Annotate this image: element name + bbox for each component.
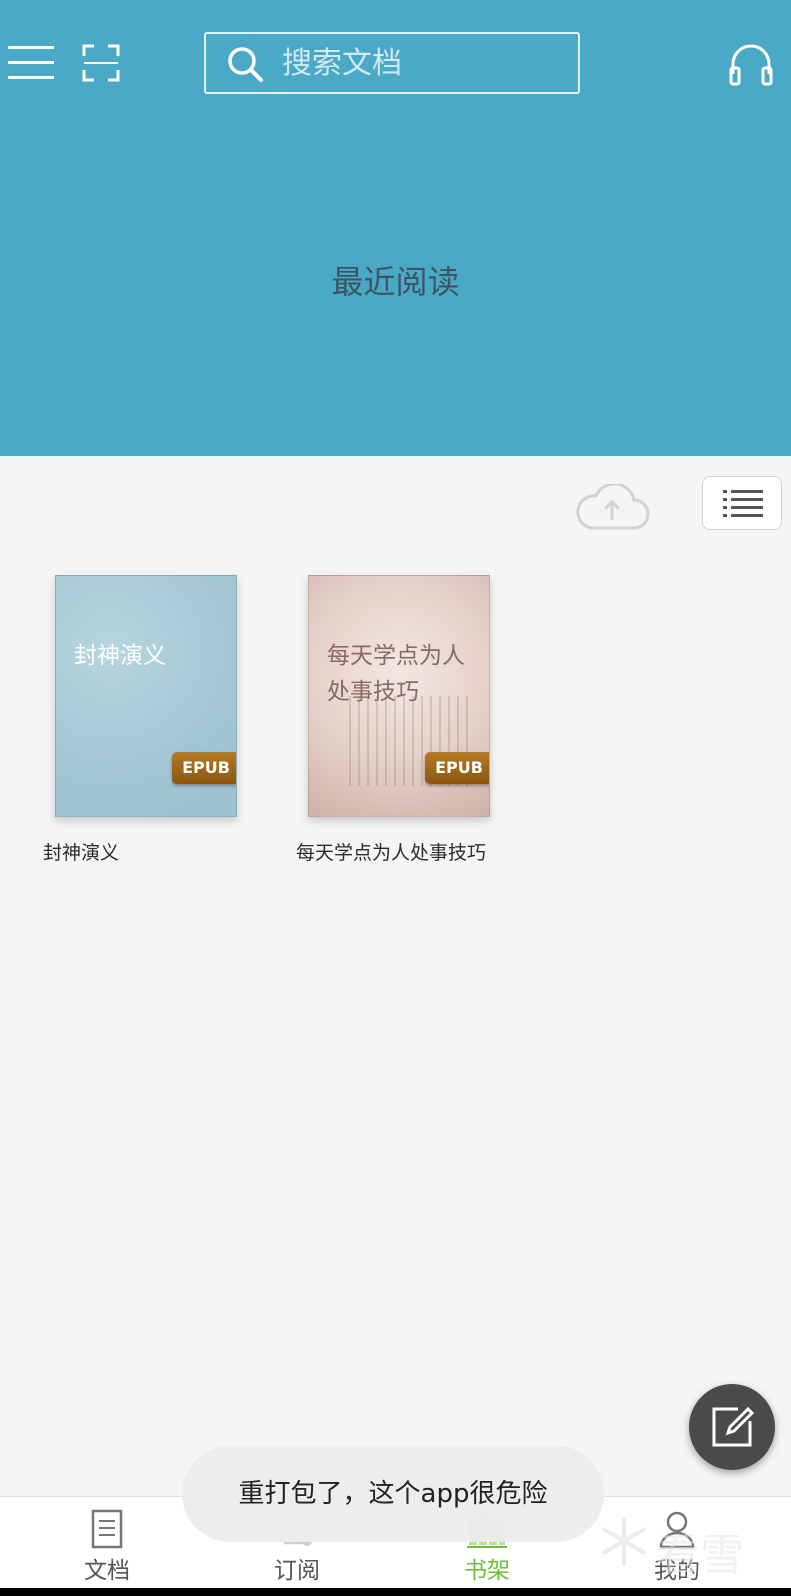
system-nav-bar: [0, 1588, 791, 1596]
book-item[interactable]: 每天学点为人处事技巧 EPUB 每天学点为人处事技巧: [296, 575, 490, 868]
cover-title: 每天学点为人处事技巧: [327, 643, 465, 705]
watermark-text: 看雪: [656, 1530, 744, 1581]
epub-badge: EPUB: [172, 752, 236, 784]
book-item[interactable]: 封神演义 EPUB 封神演义: [43, 575, 237, 868]
menu-icon[interactable]: [8, 44, 54, 80]
epub-badge: EPUB: [425, 752, 489, 784]
snowflake-icon: [602, 1517, 646, 1565]
edit-fab-button[interactable]: [689, 1384, 775, 1470]
edit-icon: [712, 1406, 755, 1447]
search-placeholder: 搜索文档: [282, 46, 402, 81]
book-cover[interactable]: 每天学点为人处事技巧 EPUB: [308, 575, 490, 817]
cloud-upload-icon[interactable]: [574, 484, 650, 530]
search-icon: [228, 47, 263, 82]
book-label: 每天学点为人处事技巧: [296, 842, 487, 864]
cover-title: 封神演义: [74, 643, 166, 669]
search-input[interactable]: 搜索文档: [204, 32, 580, 94]
watermark: 看雪: [596, 1507, 776, 1581]
list-view-button[interactable]: [702, 476, 782, 530]
nav-label: 订阅: [274, 1558, 320, 1584]
nav-label: 文档: [84, 1558, 130, 1584]
document-icon: [91, 1509, 123, 1549]
book-cover[interactable]: 封神演义 EPUB: [55, 575, 237, 817]
scan-icon[interactable]: [82, 44, 120, 82]
recent-reading-title[interactable]: 最近阅读: [0, 262, 791, 302]
nav-label: 书架: [464, 1558, 510, 1584]
header: 搜索文档 最近阅读: [0, 0, 791, 456]
toast-message: 重打包了，这个app很危险: [182, 1446, 604, 1542]
headphone-icon[interactable]: [728, 42, 774, 86]
toast-text: 重打包了，这个app很危险: [238, 1479, 548, 1509]
list-view-icon: [723, 490, 763, 517]
nav-item-documents[interactable]: 文档: [12, 1497, 202, 1589]
book-label: 封神演义: [43, 842, 120, 864]
